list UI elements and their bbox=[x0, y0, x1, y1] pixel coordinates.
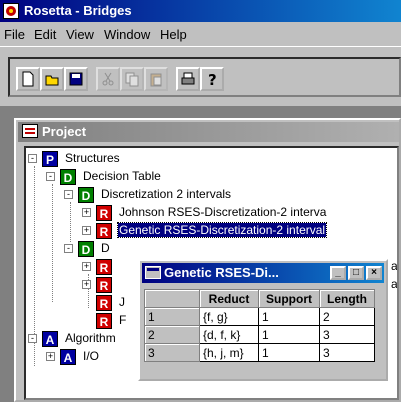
open-icon bbox=[45, 75, 59, 86]
table-row[interactable]: 2 {d, f, k} 1 3 bbox=[144, 325, 375, 344]
column-header-length[interactable]: Length bbox=[319, 289, 375, 308]
collapse-toggle[interactable]: - bbox=[64, 190, 73, 199]
cell-support[interactable]: 1 bbox=[258, 325, 320, 344]
app-titlebar: Rosetta - Bridges bbox=[0, 0, 401, 22]
help-icon: ? bbox=[208, 71, 217, 87]
menu-view[interactable]: View bbox=[66, 27, 94, 42]
algorithm-icon: A bbox=[60, 349, 76, 365]
tree-node-label-trailing: a bbox=[391, 259, 398, 273]
close-button[interactable]: × bbox=[366, 266, 382, 280]
copy-icon bbox=[125, 72, 139, 87]
tree-line bbox=[52, 184, 53, 302]
row-header[interactable]: 1 bbox=[144, 307, 200, 326]
tree-node-label: I/O bbox=[83, 349, 100, 363]
tree-node-label: Johnson RSES-Discretization-2 interva bbox=[119, 205, 327, 219]
rosetta-app-icon[interactable] bbox=[3, 3, 19, 19]
column-header-support[interactable]: Support bbox=[258, 289, 320, 308]
cut-icon bbox=[102, 72, 114, 86]
cell-reduct[interactable]: {h, j, m} bbox=[199, 343, 259, 362]
cell-reduct[interactable]: {f, g} bbox=[199, 307, 259, 326]
reduct-viewer-title: Genetic RSES-Di... bbox=[164, 265, 279, 280]
tree-node-label: Discretization 2 intervals bbox=[101, 187, 232, 201]
cell-length[interactable]: 2 bbox=[319, 307, 375, 326]
tree-node-label: J bbox=[119, 295, 125, 309]
reduct-set-icon: R bbox=[96, 223, 112, 239]
menu-bar: File Edit View Window Help bbox=[0, 22, 401, 46]
menu-help[interactable]: Help bbox=[160, 27, 187, 42]
copy-button[interactable] bbox=[120, 67, 144, 91]
open-button[interactable] bbox=[40, 67, 64, 91]
minimize-button[interactable]: _ bbox=[330, 266, 346, 280]
tree-node-label: Structures bbox=[65, 151, 120, 165]
tree-line bbox=[70, 202, 71, 242]
expand-toggle[interactable]: + bbox=[46, 352, 55, 361]
tree-node-label: D bbox=[101, 241, 110, 255]
table-row[interactable]: 1 {f, g} 1 2 bbox=[144, 307, 375, 326]
table-header-row: Reduct Support Length bbox=[144, 289, 375, 308]
collapse-toggle[interactable]: - bbox=[64, 244, 73, 253]
cell-length[interactable]: 3 bbox=[319, 325, 375, 344]
tree-node-label: F bbox=[119, 313, 127, 327]
menu-window[interactable]: Window bbox=[104, 27, 150, 42]
reduct-table[interactable]: Reduct Support Length 1 {f, g} 1 2 2 {d,… bbox=[144, 289, 375, 362]
column-header-reduct[interactable]: Reduct bbox=[199, 289, 259, 308]
tree-node-label-trailing: al bbox=[391, 277, 398, 291]
row-header[interactable]: 2 bbox=[144, 325, 200, 344]
expand-toggle[interactable]: + bbox=[82, 226, 91, 235]
cell-support[interactable]: 1 bbox=[258, 343, 320, 362]
cut-button[interactable] bbox=[96, 67, 120, 91]
svg-text:?: ? bbox=[208, 71, 217, 87]
tree-node-label: Genetic RSES-Discretization-2 interval bbox=[116, 222, 328, 238]
menu-edit[interactable]: Edit bbox=[34, 27, 56, 42]
new-button[interactable] bbox=[16, 67, 40, 91]
row-header-corner bbox=[144, 289, 200, 308]
decision-table-icon: D bbox=[78, 241, 94, 257]
print-button[interactable] bbox=[176, 67, 200, 91]
help-button[interactable]: ? bbox=[200, 67, 224, 91]
project-title: Project bbox=[42, 124, 87, 139]
decision-table-icon: D bbox=[78, 187, 94, 203]
paste-icon bbox=[150, 73, 162, 87]
decision-table-icon: D bbox=[60, 169, 76, 185]
reduct-viewer-titlebar[interactable]: Genetic RSES-Di... _ □ × bbox=[142, 263, 384, 283]
project-icon bbox=[22, 124, 38, 138]
window-icon bbox=[145, 266, 161, 279]
expand-toggle[interactable]: + bbox=[82, 262, 91, 271]
reduct-set-icon: R bbox=[96, 295, 112, 311]
reduct-set-icon: R bbox=[96, 277, 112, 293]
reduct-set-icon: R bbox=[96, 259, 112, 275]
paste-button[interactable] bbox=[144, 67, 168, 91]
new-icon bbox=[22, 71, 34, 87]
cell-length[interactable]: 3 bbox=[319, 343, 375, 362]
project-titlebar[interactable]: Project bbox=[18, 122, 399, 142]
reduct-viewer-window: Genetic RSES-Di... _ □ × Reduct Support … bbox=[138, 259, 388, 381]
menu-file[interactable]: File bbox=[4, 27, 25, 42]
table-row[interactable]: 3 {h, j, m} 1 3 bbox=[144, 343, 375, 362]
reduct-set-icon: R bbox=[96, 313, 112, 329]
cell-support[interactable]: 1 bbox=[258, 307, 320, 326]
reduct-set-icon: R bbox=[96, 205, 112, 221]
print-icon bbox=[181, 72, 195, 85]
tree-node-label: Algorithm bbox=[65, 331, 116, 345]
algorithm-icon: A bbox=[42, 331, 58, 347]
cell-reduct[interactable]: {d, f, k} bbox=[199, 325, 259, 344]
save-icon bbox=[69, 72, 83, 86]
collapse-toggle[interactable]: - bbox=[28, 334, 37, 343]
tree-node-label: Decision Table bbox=[83, 169, 161, 183]
maximize-button[interactable]: □ bbox=[348, 266, 364, 280]
collapse-toggle[interactable]: - bbox=[46, 172, 55, 181]
collapse-toggle[interactable]: - bbox=[28, 154, 37, 163]
expand-toggle[interactable]: + bbox=[82, 280, 91, 289]
save-button[interactable] bbox=[64, 67, 88, 91]
app-title: Rosetta - Bridges bbox=[24, 3, 132, 18]
expand-toggle[interactable]: + bbox=[82, 208, 91, 217]
row-header[interactable]: 3 bbox=[144, 343, 200, 362]
structures-icon: P bbox=[42, 151, 58, 167]
